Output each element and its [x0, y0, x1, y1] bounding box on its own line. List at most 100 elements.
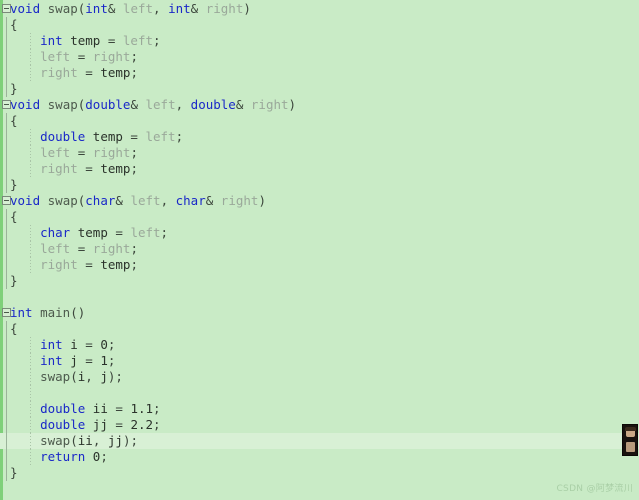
code-token: &: [235, 97, 251, 112]
code-token: ;: [107, 337, 116, 352]
code-line[interactable]: void swap(double& left, double& right): [0, 97, 639, 113]
code-token: left: [145, 129, 176, 144]
code-line[interactable]: void swap(char& left, char& right): [0, 193, 639, 209]
code-token: swap: [40, 433, 71, 448]
code-line[interactable]: swap(ii, jj);: [0, 433, 639, 449]
code-token: }: [10, 465, 18, 480]
code-text-area[interactable]: void swap(int& left, int& right){ int te…: [0, 0, 639, 500]
code-token: ;: [100, 449, 108, 464]
block-guide-line: [6, 161, 7, 177]
code-token: ;: [175, 129, 184, 144]
code-line-text: left = right;: [10, 49, 138, 64]
block-guide-line: [6, 401, 7, 417]
code-token: {: [10, 17, 18, 32]
code-token: }: [10, 81, 18, 96]
code-token: left: [130, 225, 161, 240]
code-line[interactable]: double ii = 1.1;: [0, 401, 639, 417]
code-line[interactable]: char temp = left;: [0, 225, 639, 241]
block-guide-line: [6, 113, 7, 129]
code-token: ,: [160, 193, 176, 208]
code-token: int: [168, 1, 191, 16]
code-line[interactable]: }: [0, 273, 639, 289]
code-line[interactable]: int temp = left;: [0, 33, 639, 49]
code-line-text: swap(ii, jj);: [10, 433, 138, 448]
avatar-badge[interactable]: [622, 424, 638, 456]
code-line[interactable]: }: [0, 81, 639, 97]
code-line-text: double jj = 2.2;: [10, 417, 160, 432]
code-token: left: [40, 145, 71, 160]
code-line[interactable]: {: [0, 321, 639, 337]
code-line[interactable]: [0, 385, 639, 401]
code-line[interactable]: left = right;: [0, 145, 639, 161]
code-line[interactable]: swap(i, j);: [0, 369, 639, 385]
code-line[interactable]: double jj = 2.2;: [0, 417, 639, 433]
code-line-text: right = temp;: [10, 161, 138, 176]
code-token: int: [40, 353, 63, 368]
code-line[interactable]: right = temp;: [0, 65, 639, 81]
avatar-body-icon: [626, 442, 635, 452]
block-guide-line: [6, 145, 7, 161]
code-token: =: [70, 49, 93, 64]
block-guide-line: [6, 209, 7, 225]
block-guide-line: [6, 17, 7, 33]
indent-guide: [30, 385, 31, 401]
code-token: ;: [130, 241, 138, 256]
code-token: void: [10, 97, 41, 112]
code-line[interactable]: double temp = left;: [0, 129, 639, 145]
code-token: ii: [77, 433, 93, 448]
block-guide-line: [6, 449, 7, 465]
code-token: &: [130, 97, 146, 112]
code-token: (): [70, 305, 86, 320]
block-guide-line: [6, 241, 7, 257]
block-guide-line: [6, 337, 7, 353]
code-line[interactable]: int j = 1;: [0, 353, 639, 369]
code-line-text: int main(): [10, 305, 85, 320]
code-line[interactable]: }: [0, 177, 639, 193]
code-line[interactable]: return 0;: [0, 449, 639, 465]
code-token: right: [40, 65, 78, 80]
code-token: {: [10, 321, 18, 336]
code-editor[interactable]: void swap(int& left, int& right){ int te…: [0, 0, 639, 500]
code-line[interactable]: right = temp;: [0, 257, 639, 273]
code-token: jj: [92, 417, 108, 432]
code-line[interactable]: {: [0, 17, 639, 33]
code-line[interactable]: [0, 289, 639, 305]
code-token: &: [115, 193, 131, 208]
code-token: ): [258, 193, 266, 208]
code-token: double: [85, 97, 131, 112]
code-token: ;: [130, 161, 138, 176]
code-token: left: [122, 33, 154, 48]
code-line[interactable]: int main(): [0, 305, 639, 321]
code-token: double: [40, 417, 86, 432]
code-line[interactable]: left = right;: [0, 49, 639, 65]
code-token: 2.2: [130, 417, 154, 432]
code-token: );: [122, 433, 138, 448]
code-line[interactable]: int i = 0;: [0, 337, 639, 353]
code-line[interactable]: }: [0, 465, 639, 481]
code-line[interactable]: {: [0, 113, 639, 129]
csdn-watermark: CSDN @阿梦流川: [556, 484, 633, 494]
code-line[interactable]: {: [0, 209, 639, 225]
code-line[interactable]: left = right;: [0, 241, 639, 257]
code-token: swap: [47, 97, 78, 112]
block-guide-line: [6, 225, 7, 241]
code-token: ;: [130, 65, 138, 80]
code-token: double: [40, 401, 86, 416]
code-token: ii: [92, 401, 108, 416]
code-line[interactable]: right = temp;: [0, 161, 639, 177]
code-line[interactable]: void swap(int& left, int& right): [0, 1, 639, 17]
code-line-text: double ii = 1.1;: [10, 401, 160, 416]
code-token: 1.1: [130, 401, 154, 416]
code-line-text: {: [10, 113, 18, 128]
code-token: (: [70, 369, 78, 384]
code-token: right: [40, 161, 78, 176]
code-token: char: [40, 225, 71, 240]
